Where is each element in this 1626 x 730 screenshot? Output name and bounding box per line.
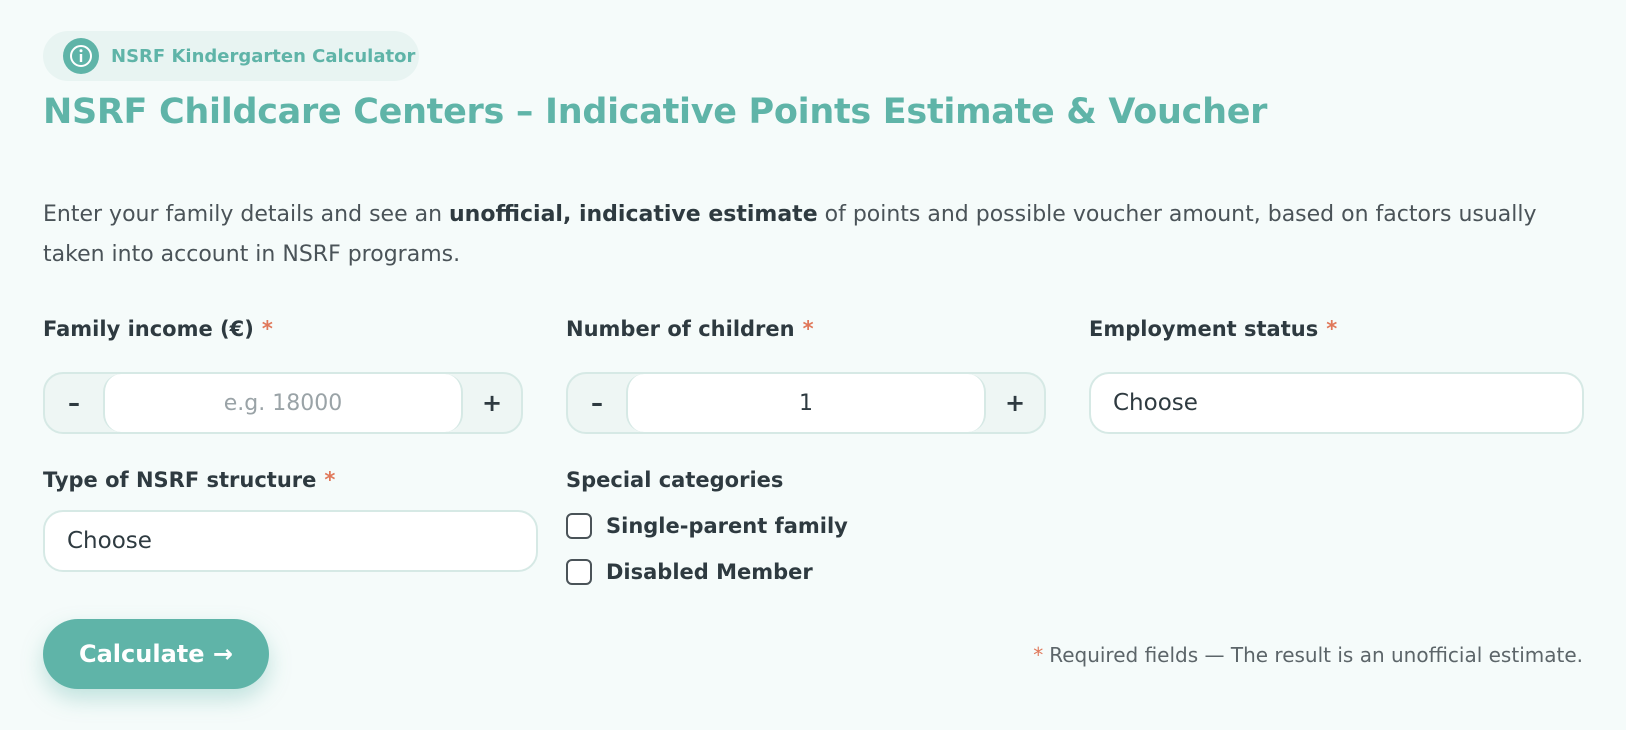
structure-label-text: Type of NSRF structure [43, 468, 317, 492]
required-fields-note-text: Required fields — The result is an unoff… [1049, 643, 1583, 667]
income-label-text: Family income (€) [43, 317, 254, 341]
structure-selected-value: Choose [67, 528, 152, 554]
income-stepper: – e.g. 18000 + [43, 372, 523, 434]
employment-label-text: Employment status [1089, 317, 1319, 341]
single-parent-checkbox[interactable] [566, 513, 592, 539]
disabled-member-checkbox[interactable] [566, 559, 592, 585]
badge-label: NSRF Kindergarten Calculator [111, 45, 416, 67]
single-parent-label: Single-parent family [606, 514, 848, 538]
required-fields-note: * Required fields — The result is an unof… [1033, 643, 1583, 667]
disabled-member-label: Disabled Member [606, 560, 813, 584]
children-label: Number of children * [566, 317, 814, 341]
employment-select[interactable]: Choose [1089, 372, 1584, 434]
intro-text: Enter your family details and see an uno… [43, 195, 1583, 275]
structure-select[interactable]: Choose [43, 510, 538, 572]
intro-text-part1: Enter your family details and see an [43, 202, 450, 227]
required-marker: * [1326, 317, 1338, 341]
income-input[interactable]: e.g. 18000 [103, 374, 463, 432]
required-marker: * [261, 317, 273, 341]
children-value: 1 [799, 390, 813, 416]
structure-label: Type of NSRF structure * [43, 468, 335, 492]
required-marker: * [324, 468, 336, 492]
income-decrement-button[interactable]: – [45, 374, 103, 432]
special-categories-label: Special categories [566, 468, 784, 492]
required-marker: * [1033, 643, 1044, 667]
employment-label: Employment status * [1089, 317, 1337, 341]
required-marker: * [802, 317, 814, 341]
children-increment-button[interactable]: + [986, 374, 1044, 432]
calculate-button[interactable]: Calculate → [43, 619, 269, 689]
single-parent-checkbox-row[interactable]: Single-parent family [566, 513, 848, 539]
children-input[interactable]: 1 [626, 374, 986, 432]
calculator-badge: NSRF Kindergarten Calculator [43, 31, 419, 81]
children-decrement-button[interactable]: – [568, 374, 626, 432]
info-icon [63, 38, 99, 74]
income-label: Family income (€) * [43, 317, 273, 341]
income-increment-button[interactable]: + [463, 374, 521, 432]
page-title: NSRF Childcare Centers – Indicative Poin… [43, 92, 1268, 132]
income-placeholder: e.g. 18000 [223, 390, 343, 416]
children-label-text: Number of children [566, 317, 795, 341]
children-stepper: – 1 + [566, 372, 1046, 434]
employment-selected-value: Choose [1113, 390, 1198, 416]
intro-text-bold: unofficial, indicative estimate [449, 202, 818, 227]
disabled-member-checkbox-row[interactable]: Disabled Member [566, 559, 813, 585]
